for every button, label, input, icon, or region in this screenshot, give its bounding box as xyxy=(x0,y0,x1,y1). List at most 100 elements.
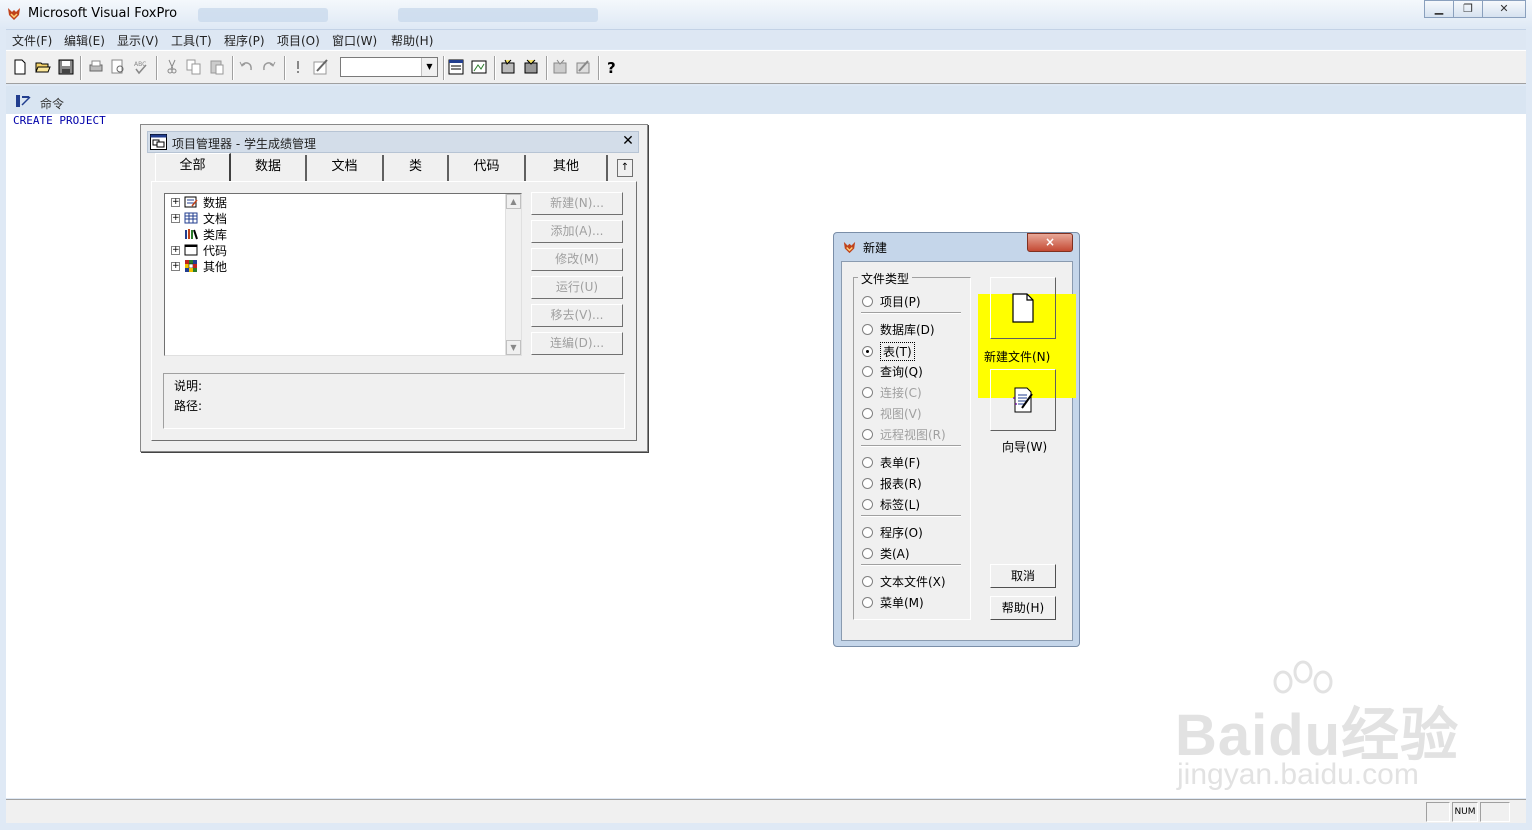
tree-item-other[interactable]: + 其他 xyxy=(171,258,227,274)
radio-report[interactable]: 报表(R) xyxy=(862,475,922,492)
minimize-button[interactable]: ▁ xyxy=(1424,0,1454,18)
radio-query[interactable]: 查询(Q) xyxy=(862,363,923,380)
tab-all[interactable]: 全部 xyxy=(155,153,231,181)
close-button[interactable]: × xyxy=(1027,233,1073,252)
modify-button[interactable]: 修改(M) xyxy=(531,248,623,271)
close-icon[interactable]: ✕ xyxy=(620,134,636,150)
tab-classes[interactable]: 类 xyxy=(384,155,449,181)
scroll-up-icon[interactable]: ▲ xyxy=(506,194,521,209)
menu-view[interactable]: 显示(V) xyxy=(117,32,159,49)
auto-form-tool[interactable] xyxy=(549,56,571,78)
undo-tool[interactable] xyxy=(235,56,257,78)
radio-connection[interactable]: 连接(C) xyxy=(862,384,922,401)
run-tool[interactable] xyxy=(287,56,309,78)
report-wizard-tool[interactable] xyxy=(520,56,542,78)
radio-circle[interactable] xyxy=(862,408,873,419)
menu-file[interactable]: 文件(F) xyxy=(12,32,52,49)
radio-label: 查询(Q) xyxy=(880,365,923,379)
new-file-tool[interactable] xyxy=(9,56,31,78)
build-button[interactable]: 连编(D)... xyxy=(531,332,623,355)
tab-data[interactable]: 数据 xyxy=(231,155,307,181)
radio-circle-selected[interactable] xyxy=(862,346,873,357)
restore-button[interactable]: ❐ xyxy=(1453,0,1483,18)
radio-circle[interactable] xyxy=(862,429,873,440)
radio-circle[interactable] xyxy=(862,527,873,538)
new-file-label[interactable]: 新建文件(N) xyxy=(984,348,1050,365)
radio-program[interactable]: 程序(O) xyxy=(862,524,923,541)
radio-text-file[interactable]: 文本文件(X) xyxy=(862,573,946,590)
radio-circle[interactable] xyxy=(862,366,873,377)
project-manager-titlebar[interactable]: 项目管理器 - 学生成绩管理 ✕ xyxy=(147,131,639,153)
expand-icon[interactable]: + xyxy=(171,213,180,223)
radio-circle[interactable] xyxy=(862,499,873,510)
tab-documents[interactable]: 文档 xyxy=(307,155,384,181)
copy-tool[interactable] xyxy=(183,56,205,78)
save-tool[interactable] xyxy=(55,56,77,78)
tree-item-data[interactable]: + 数据 xyxy=(171,194,227,210)
menu-window[interactable]: 窗口(W) xyxy=(332,32,377,49)
wizard-button[interactable] xyxy=(990,369,1056,431)
new-button[interactable]: 新建(N)... xyxy=(531,192,623,215)
foxpro-logo-icon xyxy=(8,8,20,20)
menu-help[interactable]: 帮助(H) xyxy=(391,32,433,49)
radio-form[interactable]: 表单(F) xyxy=(862,454,920,471)
cancel-button[interactable]: 取消 xyxy=(990,564,1056,588)
close-button[interactable]: ✕ xyxy=(1482,0,1526,18)
database-combo[interactable]: ▼ xyxy=(340,57,438,77)
tree-item-documents[interactable]: + 文档 xyxy=(171,210,227,226)
radio-circle[interactable] xyxy=(862,387,873,398)
redo-tool[interactable] xyxy=(258,56,280,78)
radio-class[interactable]: 类(A) xyxy=(862,545,910,562)
add-button[interactable]: 添加(A)... xyxy=(531,220,623,243)
tree-item-code[interactable]: + 代码 xyxy=(171,242,227,258)
remove-button[interactable]: 移去(V)... xyxy=(531,304,623,327)
tab-collapse-button[interactable]: ↑ xyxy=(617,159,633,177)
expand-icon[interactable]: + xyxy=(171,197,180,207)
radio-table[interactable]: 表(T) xyxy=(862,342,915,361)
spelling-tool[interactable]: ABC xyxy=(130,56,152,78)
project-tree[interactable]: + 数据 + 文档 类库 + 代码 + 其他 ▲ ▼ xyxy=(164,193,522,356)
menu-project[interactable]: 项目(O) xyxy=(277,32,320,49)
expand-icon[interactable]: + xyxy=(171,245,180,255)
command-text[interactable]: CREATE PROJECT xyxy=(13,114,106,127)
radio-menu[interactable]: 菜单(M) xyxy=(862,594,924,611)
radio-circle[interactable] xyxy=(862,296,873,307)
command-window-tool[interactable] xyxy=(445,56,467,78)
open-tool[interactable] xyxy=(32,56,54,78)
radio-remote-view[interactable]: 远程视图(R) xyxy=(862,426,946,443)
modify-form-tool[interactable] xyxy=(310,56,332,78)
tab-code[interactable]: 代码 xyxy=(449,155,526,181)
scroll-down-icon[interactable]: ▼ xyxy=(506,340,521,355)
radio-circle[interactable] xyxy=(862,576,873,587)
radio-label-type[interactable]: 标签(L) xyxy=(862,496,920,513)
new-dialog-titlebar[interactable]: 新建 xyxy=(842,239,887,256)
run-button[interactable]: 运行(U) xyxy=(531,276,623,299)
form-wizard-tool[interactable] xyxy=(497,56,519,78)
chevron-down-icon[interactable]: ▼ xyxy=(421,58,437,76)
menu-edit[interactable]: 编辑(E) xyxy=(64,32,105,49)
radio-circle[interactable] xyxy=(862,478,873,489)
tab-other[interactable]: 其他 xyxy=(526,155,608,181)
radio-circle[interactable] xyxy=(862,597,873,608)
expand-icon[interactable]: + xyxy=(171,261,180,271)
radio-view[interactable]: 视图(V) xyxy=(862,405,922,422)
auto-report-tool[interactable] xyxy=(572,56,594,78)
help-button[interactable]: 帮助(H) xyxy=(990,596,1056,620)
radio-circle[interactable] xyxy=(862,548,873,559)
help-tool[interactable]: ? xyxy=(601,56,623,78)
cut-tool[interactable] xyxy=(161,56,183,78)
print-tool[interactable] xyxy=(85,56,107,78)
tree-scrollbar[interactable]: ▲ ▼ xyxy=(505,194,521,355)
radio-circle[interactable] xyxy=(862,457,873,468)
wizard-label[interactable]: 向导(W) xyxy=(1002,438,1047,455)
menu-program[interactable]: 程序(P) xyxy=(224,32,265,49)
new-file-button[interactable] xyxy=(990,277,1056,339)
menu-tools[interactable]: 工具(T) xyxy=(171,32,212,49)
view-window-tool[interactable] xyxy=(468,56,490,78)
paste-tool[interactable] xyxy=(206,56,228,78)
radio-database[interactable]: 数据库(D) xyxy=(862,321,935,338)
tree-item-class-libraries[interactable]: 类库 xyxy=(171,226,227,242)
print-preview-tool[interactable] xyxy=(107,56,129,78)
radio-project[interactable]: 项目(P) xyxy=(862,293,921,310)
radio-circle[interactable] xyxy=(862,324,873,335)
